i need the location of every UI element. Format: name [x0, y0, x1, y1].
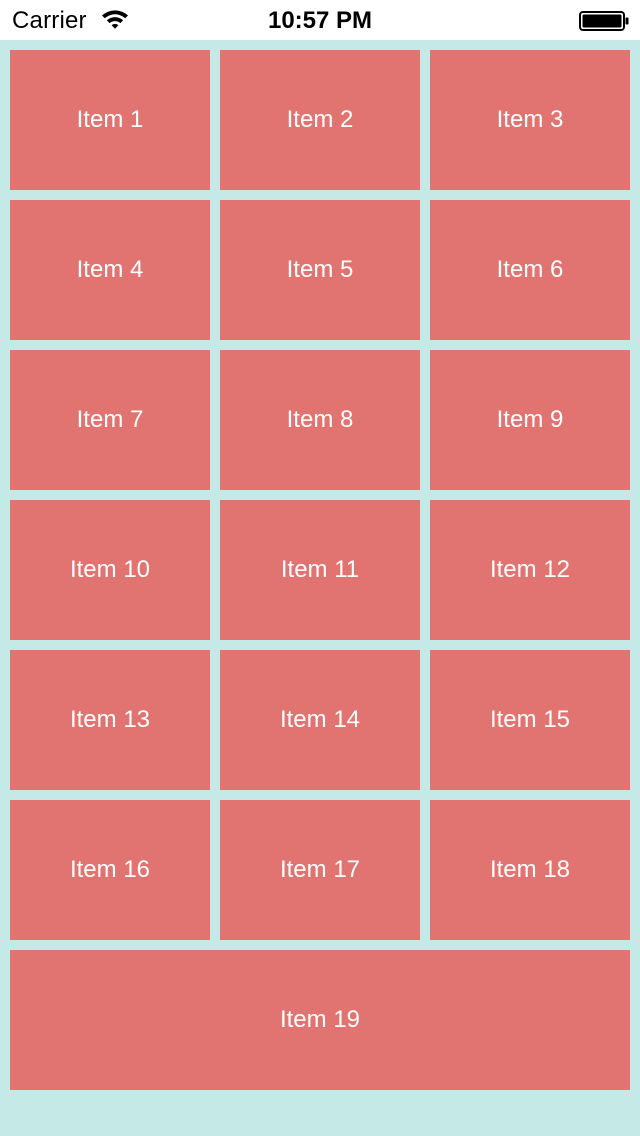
- item-grid: Item 1 Item 2 Item 3 Item 4 Item 5 Item 6 Item…: [10, 50, 630, 1090]
- grid-item-8[interactable]: Item 8: [220, 350, 420, 490]
- grid-item-13[interactable]: Item 13: [10, 650, 210, 790]
- grid-item-label: Item 16: [69, 856, 151, 883]
- grid-item-4[interactable]: Item 4: [10, 200, 210, 340]
- grid-item-label: Item 12: [489, 556, 571, 583]
- grid-item-label: Item 3: [496, 106, 564, 133]
- grid-item-label: Item 2: [286, 106, 354, 133]
- grid-item-label: Item 14: [279, 706, 361, 733]
- grid-item-5[interactable]: Item 5: [220, 200, 420, 340]
- grid-item-label: Item 1: [76, 106, 144, 133]
- grid-item-12[interactable]: Item 12: [430, 500, 630, 640]
- grid-item-17[interactable]: Item 17: [220, 800, 420, 940]
- status-bar: Carrier 10:57 PM: [0, 0, 640, 40]
- grid-item-7[interactable]: Item 7: [10, 350, 210, 490]
- grid-item-label: Item 7: [76, 406, 144, 433]
- grid-item-10[interactable]: Item 10: [10, 500, 210, 640]
- grid-item-16[interactable]: Item 16: [10, 800, 210, 940]
- grid-item-1[interactable]: Item 1: [10, 50, 210, 190]
- grid-item-18[interactable]: Item 18: [430, 800, 630, 940]
- grid-item-15[interactable]: Item 15: [430, 650, 630, 790]
- grid-item-label: Item 4: [76, 256, 144, 283]
- grid-item-label: Item 17: [279, 856, 361, 883]
- grid-item-label: Item 8: [286, 406, 354, 433]
- grid-item-label: Item 13: [69, 706, 151, 733]
- grid-item-label: Item 10: [69, 556, 151, 583]
- grid-item-label: Item 9: [496, 406, 564, 433]
- grid-item-label: Item 6: [496, 256, 564, 283]
- grid-item-label: Item 18: [489, 856, 571, 883]
- grid-item-6[interactable]: Item 6: [430, 200, 630, 340]
- grid-item-label: Item 15: [489, 706, 571, 733]
- grid-item-11[interactable]: Item 11: [220, 500, 420, 640]
- grid-item-9[interactable]: Item 9: [430, 350, 630, 490]
- battery-icon: [579, 11, 629, 31]
- grid-item-label: Item 19: [279, 1006, 361, 1033]
- grid-item-19[interactable]: Item 19: [10, 950, 630, 1090]
- grid-item-2[interactable]: Item 2: [220, 50, 420, 190]
- grid-item-label: Item 11: [280, 556, 360, 583]
- grid-item-label: Item 5: [286, 256, 354, 283]
- grid-item-14[interactable]: Item 14: [220, 650, 420, 790]
- grid-item-3[interactable]: Item 3: [430, 50, 630, 190]
- status-time: 10:57 PM: [267, 7, 373, 34]
